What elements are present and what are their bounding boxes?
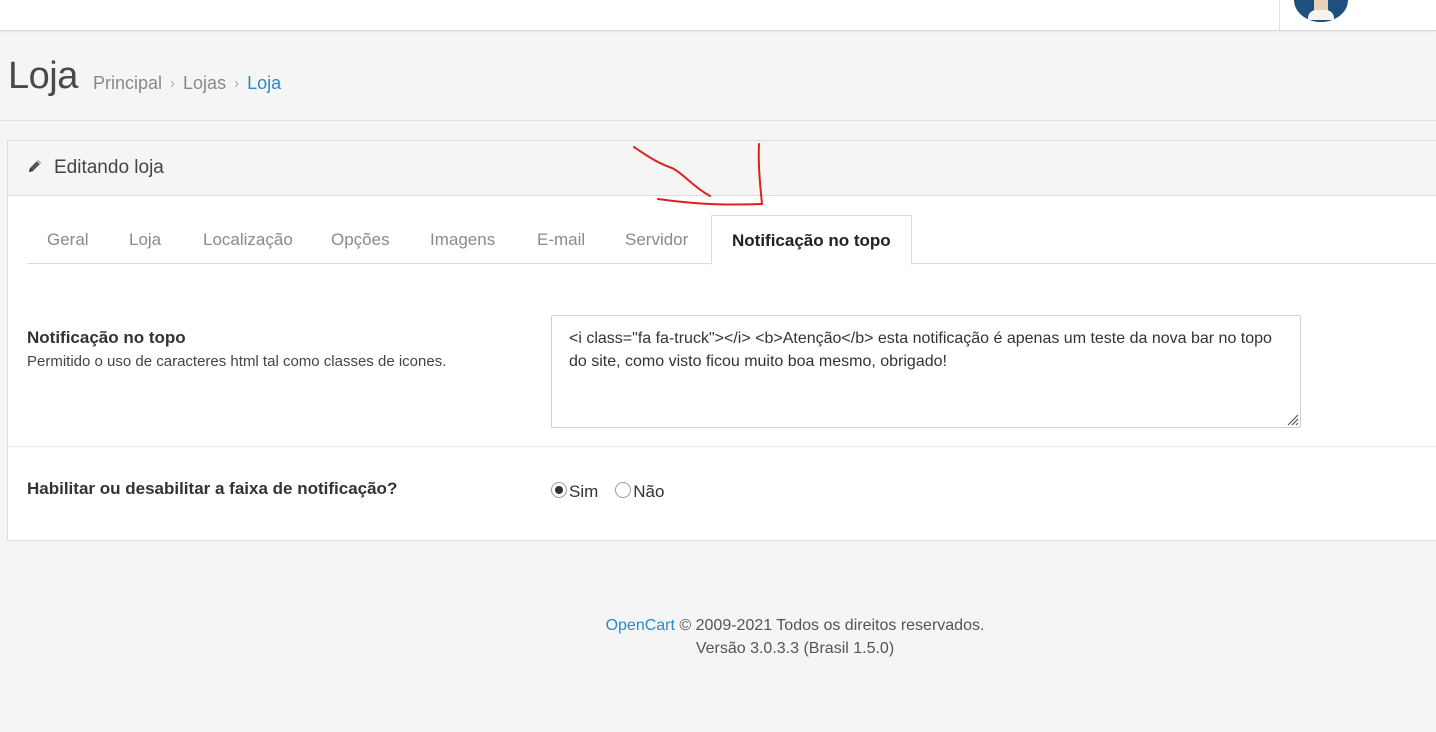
tab-email[interactable]: E-mail <box>517 215 605 264</box>
footer-version: Versão 3.0.3.3 (Brasil 1.5.0) <box>695 640 895 657</box>
notification-textarea[interactable]: <i class="fa fa-truck"></i> <b>Atenção</… <box>551 315 1301 428</box>
footer-copyright-line: OpenCart © 2009-2021 Todos os direitos r… <box>0 614 1436 637</box>
pencil-icon <box>29 160 41 172</box>
radio-sim[interactable] <box>551 482 567 498</box>
top-navbar <box>0 0 1436 31</box>
edit-store-panel: Editando loja Geral Loja Localização Opç… <box>7 140 1436 541</box>
breadcrumb-loja[interactable]: Loja <box>247 73 281 94</box>
page-title: Loja <box>8 55 78 97</box>
opencart-link[interactable]: OpenCart <box>606 617 675 634</box>
notification-help: Permitido o uso de caracteres html tal c… <box>27 353 447 370</box>
tab-opcoes[interactable]: Opções <box>311 215 410 264</box>
tab-notificacao-no-topo[interactable]: Notificação no topo <box>711 215 912 265</box>
breadcrumb-separator: › <box>234 75 240 92</box>
avatar-figure <box>1308 0 1334 20</box>
panel-title: Editando loja <box>54 157 164 178</box>
breadcrumb-separator: › <box>170 75 176 92</box>
tab-loja[interactable]: Loja <box>109 215 181 264</box>
navbar-divider <box>1279 0 1280 30</box>
breadcrumb-principal[interactable]: Principal <box>93 73 162 94</box>
tabs-bar: Geral Loja Localização Opções Imagens E-… <box>27 215 1436 265</box>
radio-nao[interactable] <box>615 482 632 498</box>
tab-imagens[interactable]: Imagens <box>410 215 515 264</box>
panel-heading: Editando loja <box>8 141 1436 196</box>
radio-nao-label[interactable]: Não <box>633 482 664 502</box>
user-avatar[interactable] <box>1294 0 1348 22</box>
tab-servidor[interactable]: Servidor <box>605 215 708 264</box>
tab-localizacao[interactable]: Localização <box>183 215 313 264</box>
footer: OpenCart © 2009-2021 Todos os direitos r… <box>0 614 1436 660</box>
footer-copyright: © 2009-2021 Todos os direitos reservados… <box>674 617 985 634</box>
enable-radio-group: Sim Não <box>551 480 681 502</box>
breadcrumb-lojas[interactable]: Lojas <box>183 73 226 94</box>
enable-label: Habilitar ou desabilitar a faixa de noti… <box>27 479 398 498</box>
tab-geral[interactable]: Geral <box>27 215 109 264</box>
breadcrumb: Principal › Lojas › Loja <box>93 73 281 94</box>
resize-grip-icon[interactable] <box>1285 412 1299 426</box>
page-header: Loja Principal › Lojas › Loja <box>0 31 1436 121</box>
radio-sim-label[interactable]: Sim <box>569 482 598 502</box>
notification-label: Notificação no topo <box>27 328 186 347</box>
row-divider <box>8 446 1436 447</box>
